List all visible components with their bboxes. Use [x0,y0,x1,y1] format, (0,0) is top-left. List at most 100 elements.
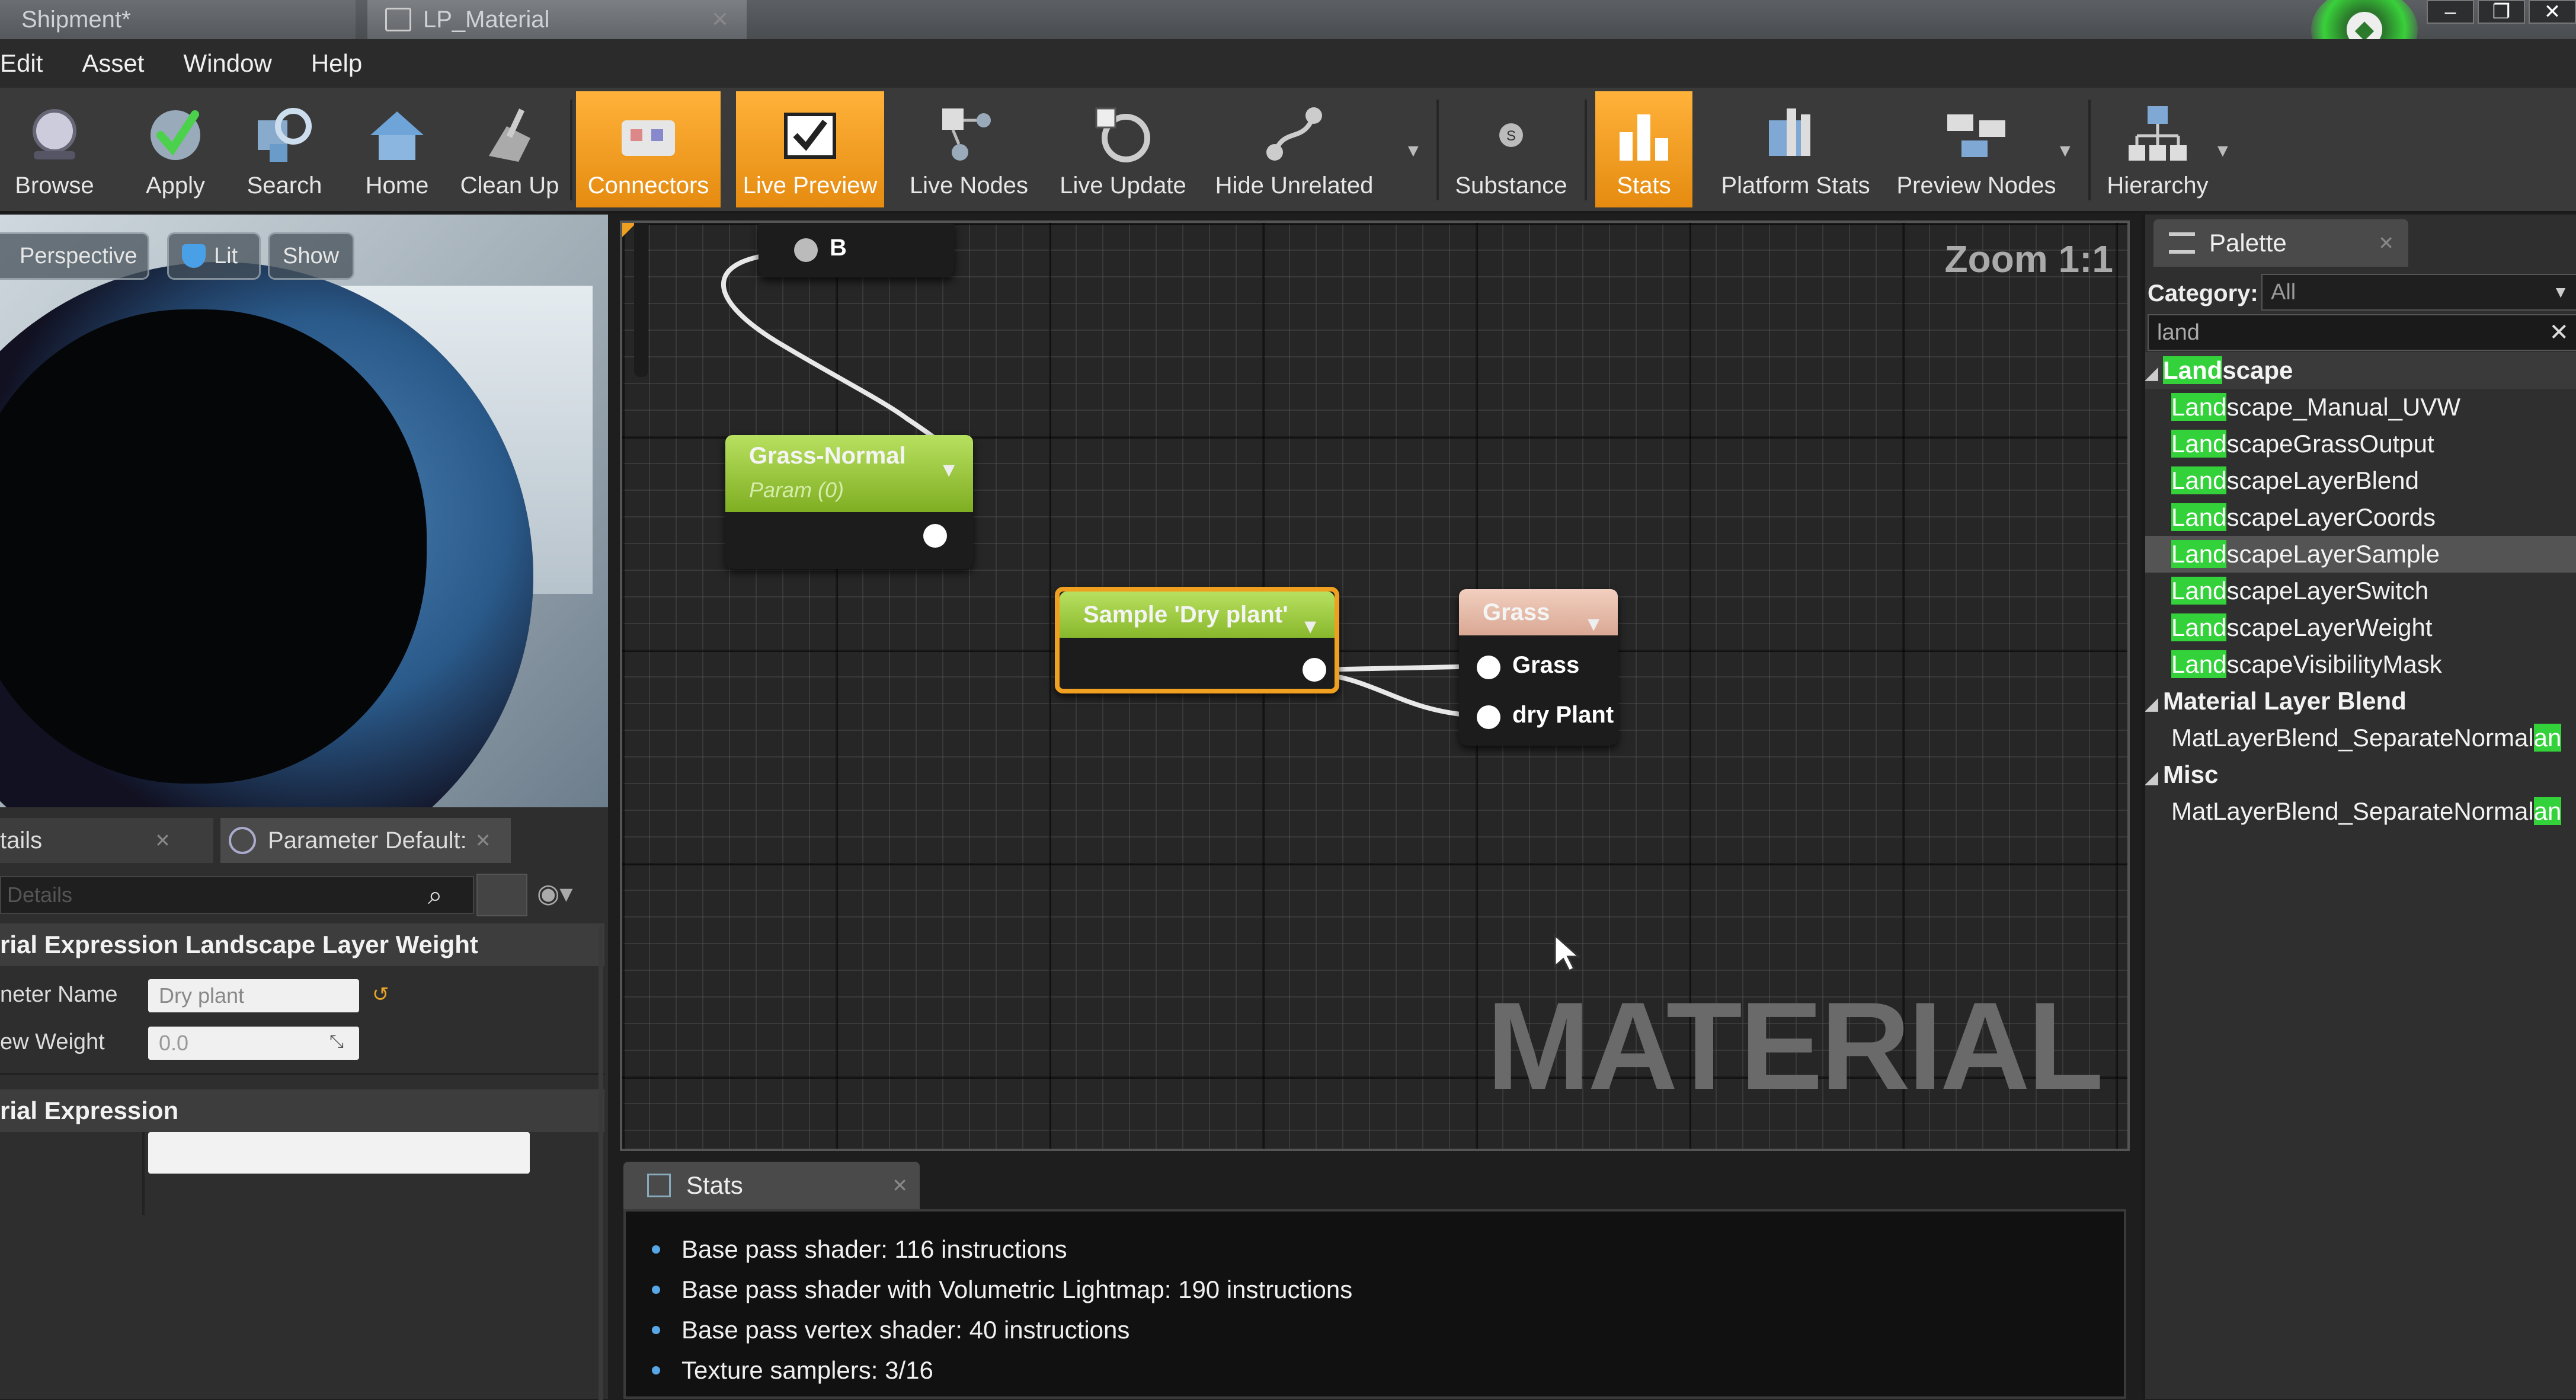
pin-grass-label: Grass [1512,652,1580,678]
palette-item[interactable]: LandscapeLayerBlend [2145,462,2576,499]
close-icon[interactable]: ✕ [2378,232,2394,254]
palette-item[interactable]: LandscapeLayerCoords [2145,499,2576,536]
hierarchy-button[interactable]: Hierarchy [2101,91,2214,207]
palette-item[interactable]: LandscapeLayerSwitch [2145,573,2576,609]
browse-label: Browse [15,172,94,199]
close-icon[interactable]: ✕ [892,1174,908,1197]
live-update-button[interactable]: Live Update [1049,91,1197,207]
parameter-name-input[interactable]: Dry plant [148,979,359,1012]
input-pin-grass[interactable] [1477,656,1500,679]
material-preview-viewport[interactable]: Perspective Lit Show [0,215,608,807]
description-input[interactable] [148,1132,530,1174]
menu-asset[interactable]: Asset [82,49,144,78]
clear-search-icon[interactable]: ✕ [2549,315,2569,350]
node-grass-normal[interactable]: Grass-Normal ▼ Param (0) [725,435,973,569]
show-button[interactable]: Show [268,232,354,280]
output-pin[interactable] [923,524,947,548]
spin-arrows-icon[interactable]: ⤡ [329,1018,344,1066]
live-nodes-button[interactable]: Live Nodes [901,91,1037,207]
eye-visibility-icon[interactable]: ◉▾ [537,878,572,909]
item-text: scapeLayerBlend [2226,466,2419,494]
lit-button[interactable]: Lit [167,232,261,280]
node-sample-dry-plant[interactable]: Sample 'Dry plant' ▼ [1055,587,1339,693]
palette-search-input[interactable]: land ✕ [2148,314,2576,351]
home-button[interactable]: Home [350,91,444,207]
material-graph-canvas[interactable]: Zoom 1:1 MATERIAL B Grass-Normal ▼ Param… [620,220,2130,1151]
apply-label: Apply [145,172,206,199]
perspective-button[interactable]: Perspective [0,232,149,280]
palette-item[interactable]: LandscapeLayerWeight [2145,609,2576,646]
close-icon[interactable]: ✕ [711,7,729,32]
substance-button[interactable]: S Substance [1446,91,1576,207]
pin-b[interactable] [794,238,818,262]
preview-nodes-dropdown-icon[interactable]: ▼ [2056,141,2074,161]
svg-text:S: S [1506,128,1516,144]
view-options-grid-icon[interactable] [476,874,527,916]
parameter-name-label: neter Name [0,982,118,1007]
window-controls: – ❐ ✕ [2423,0,2576,24]
palette-item-selected[interactable]: LandscapeLayerSample [2145,536,2576,573]
search-value: land [2157,320,2200,345]
palette-category-misc[interactable]: ◢ Misc [2145,756,2576,793]
node-grass-blend[interactable]: Grass ▼ Grass dry Plant [1459,589,1618,746]
close-icon[interactable]: ✕ [155,829,171,852]
palette-tab-label: Palette [2209,229,2287,257]
menu-help[interactable]: Help [311,49,362,78]
hierarchy-icon [2129,106,2187,161]
window-title-bar: Shipment* LP_Material ✕ [0,0,2576,39]
palette-item[interactable]: MatLayerBlend_SeparateNormalan [2145,793,2576,830]
menu-window[interactable]: Window [183,49,271,78]
menu-edit[interactable]: Edit [0,49,43,78]
hide-unrelated-button[interactable]: Hide Unrelated [1211,91,1377,207]
connectors-button[interactable]: Connectors [576,91,721,207]
category-dropdown[interactable]: All ▼ [2261,274,2576,311]
details-tab-label: tails [0,827,43,854]
section-material-expression[interactable]: rial Expression [0,1089,604,1132]
clean-up-button[interactable]: Clean Up [456,91,563,207]
palette-category-landscape[interactable]: ◢ Landscape [2145,352,2576,389]
menu-bar: Edit Asset Window Help [0,39,2576,88]
stats-label: Stats [1617,172,1671,199]
reset-to-default-icon[interactable]: ↺ [372,971,389,1018]
palette-item[interactable]: LandscapeVisibilityMask [2145,646,2576,683]
tab-details[interactable]: tails ✕ [0,818,213,863]
close-icon[interactable]: ✕ [475,829,491,852]
details-search-input[interactable]: Details [0,876,474,914]
node-header: Sample 'Dry plant' ▼ [1060,592,1335,638]
output-pin[interactable] [1303,658,1326,682]
stats-line: Texture samplers: 3/16 [644,1350,2124,1391]
scrollbar[interactable] [599,926,603,1400]
palette-item[interactable]: LandscapeGrassOutput [2145,426,2576,462]
apply-button[interactable]: Apply [128,91,223,207]
preview-nodes-button[interactable]: Preview Nodes [1890,91,2062,207]
category-label: Category: [2148,280,2258,306]
minimize-button[interactable]: – [2427,0,2474,24]
tab-lp-material[interactable]: LP_Material ✕ [367,0,747,39]
palette-category-material-layer-blend[interactable]: ◢ Material Layer Blend [2145,683,2576,720]
tab-stats[interactable]: Stats ✕ [623,1162,920,1209]
browse-button[interactable]: Browse [0,91,109,207]
input-pin-dry-plant[interactable] [1477,705,1500,729]
platform-stats-button[interactable]: Platform Stats [1707,91,1884,207]
live-preview-button[interactable]: Live Preview [736,91,884,207]
tab-palette[interactable]: Palette ✕ [2153,219,2408,267]
close-window-button[interactable]: ✕ [2529,0,2576,24]
chevron-down-icon[interactable]: ▼ [1583,601,1604,647]
search-button[interactable]: Search [237,91,332,207]
stats-button[interactable]: Stats [1595,91,1692,207]
palette-item[interactable]: MatLayerBlend_SeparateNormalan [2145,720,2576,756]
section-landscape-layer-weight[interactable]: rial Expression Landscape Layer Weight [0,923,604,966]
hide-unrelated-dropdown-icon[interactable]: ▼ [1404,141,1422,161]
match-highlight: Land [2171,613,2227,641]
tab-shipment[interactable]: Shipment* [0,0,356,39]
item-text: scapeGrassOutput [2226,430,2434,458]
preview-weight-spinbox[interactable]: 0.0 [148,1027,359,1060]
tab-parameter-defaults[interactable]: Parameter Default: ✕ [220,818,511,863]
hierarchy-dropdown-icon[interactable]: ▼ [2214,141,2232,161]
node-b-output[interactable]: B [759,223,954,277]
chevron-down-icon[interactable]: ▼ [1300,603,1320,650]
palette-item[interactable]: Landscape_Manual_UVW [2145,389,2576,426]
match-highlight: an [2533,724,2562,752]
chevron-down-icon[interactable]: ▼ [939,449,959,491]
maximize-button[interactable]: ❐ [2478,0,2525,24]
